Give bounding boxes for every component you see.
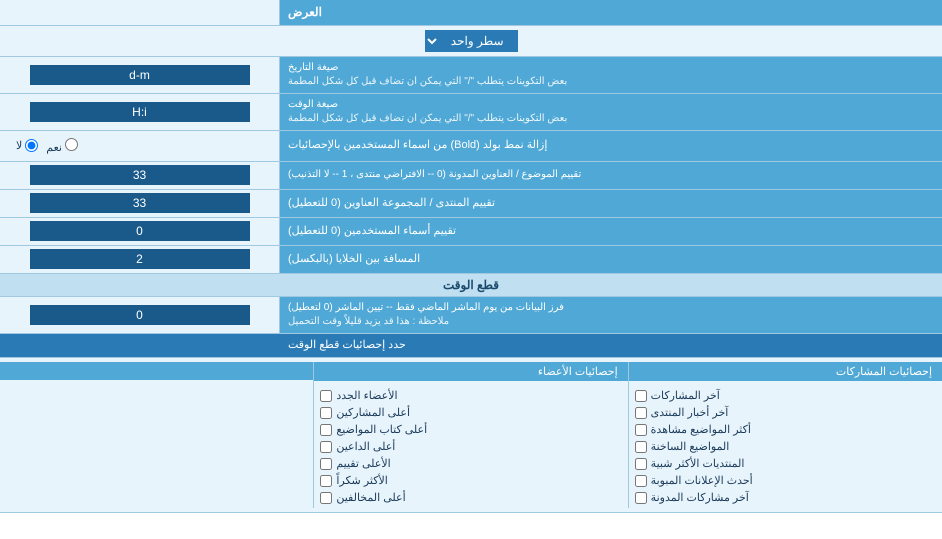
col1-header: إحصائيات المشاركات	[629, 362, 942, 381]
checkbox-last-posts[interactable]	[635, 390, 647, 402]
radio-yes-label[interactable]: نعم	[46, 138, 78, 154]
list-item: الأكثر شكراً	[320, 472, 621, 489]
list-item: أعلى المشاركين	[320, 404, 621, 421]
date-format-label: صيغة التاريخ بعض التكوينات يتطلب "/" الت…	[280, 57, 942, 93]
list-item: أعلى الداعين	[320, 438, 621, 455]
checkbox-blog-posts[interactable]	[635, 492, 647, 504]
checkbox-most-viewed[interactable]	[635, 424, 647, 436]
list-item: الأعضاء الجدد	[320, 387, 621, 404]
checkbox-top-topic-writers[interactable]	[320, 424, 332, 436]
col3-header	[0, 362, 313, 380]
time-format-label: صيغة الوقت بعض التكوينات يتطلب "/" التي …	[280, 94, 942, 130]
list-item: أكثر المواضيع مشاهدة	[635, 421, 936, 438]
checkbox-top-inviters[interactable]	[320, 441, 332, 453]
bold-radio-group: نعم لا	[6, 134, 88, 158]
forum-order-label: تقييم المنتدى / المجموعة العناوين (0 للت…	[280, 190, 942, 217]
radio-no-label[interactable]: لا	[16, 139, 38, 152]
users-names-label: تقييم أسماء المستخدمين (0 للتعطيل)	[280, 218, 942, 245]
list-item: آخر المشاركات	[635, 387, 936, 404]
checkbox-most-thanked[interactable]	[320, 475, 332, 487]
list-item: أحدث الإعلانات المبوبة	[635, 472, 936, 489]
col1-checkboxes: آخر المشاركات آخر أخبار المنتدى أكثر الم…	[629, 385, 942, 508]
checkbox-top-posters[interactable]	[320, 407, 332, 419]
stats-header-label: حدد إحصائيات قطع الوقت	[280, 334, 942, 357]
page-title: العرض	[288, 4, 322, 21]
checkbox-popular-forums[interactable]	[635, 458, 647, 470]
topic-order-input[interactable]	[30, 165, 250, 185]
list-item: آخر مشاركات المدونة	[635, 489, 936, 506]
realtime-section-header: قطع الوقت	[0, 274, 942, 297]
bold-remove-label: إزالة نمط بولد (Bold) من اسماء المستخدمي…	[280, 131, 942, 161]
realtime-label: فرز البيانات من يوم الماشر الماضي فقط --…	[280, 297, 942, 333]
col2-header: إحصائيات الأعضاء	[314, 362, 627, 381]
checkbox-hot-topics[interactable]	[635, 441, 647, 453]
list-item: المنتديات الأكثر شبية	[635, 455, 936, 472]
radio-yes[interactable]	[65, 138, 78, 151]
cell-spacing-input[interactable]	[30, 249, 250, 269]
date-format-input[interactable]	[30, 65, 250, 85]
checkbox-classified-ads[interactable]	[635, 475, 647, 487]
realtime-input[interactable]	[30, 305, 250, 325]
checkbox-top-violators[interactable]	[320, 492, 332, 504]
radio-no[interactable]	[25, 139, 38, 152]
checkbox-forum-news[interactable]	[635, 407, 647, 419]
list-item: المواضيع الساخنة	[635, 438, 936, 455]
display-dropdown[interactable]: سطر واحد	[425, 30, 518, 52]
time-format-input[interactable]	[30, 102, 250, 122]
checkbox-new-members[interactable]	[320, 390, 332, 402]
list-item: آخر أخبار المنتدى	[635, 404, 936, 421]
users-names-input[interactable]	[30, 221, 250, 241]
list-item: الأعلى تقييم	[320, 455, 621, 472]
cell-spacing-label: المسافة بين الخلايا (بالبكسل)	[280, 246, 942, 273]
forum-order-input[interactable]	[30, 193, 250, 213]
list-item: أعلى المخالفين	[320, 489, 621, 506]
topic-order-label: تقييم الموضوع / العناوين المدونة (0 -- ا…	[280, 162, 942, 189]
checkbox-top-rated[interactable]	[320, 458, 332, 470]
list-item: أعلى كتاب المواضيع	[320, 421, 621, 438]
col2-checkboxes: الأعضاء الجدد أعلى المشاركين أعلى كتاب ا…	[314, 385, 627, 508]
